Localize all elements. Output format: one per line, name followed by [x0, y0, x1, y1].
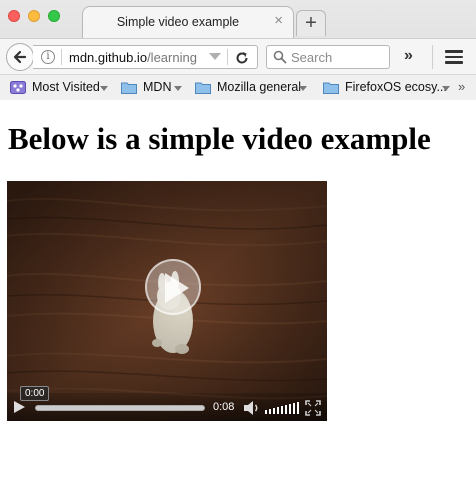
fullscreen-icon[interactable] [305, 400, 321, 416]
most-visited-icon [10, 81, 26, 94]
url-bar[interactable]: i mdn.github.io/learning [33, 45, 258, 69]
folder-icon [323, 82, 339, 94]
bookmark-firefoxos-ecosystem[interactable]: FirefoxOS ecosy... [323, 79, 451, 97]
bookmark-most-visited[interactable]: Most Visited [10, 79, 108, 97]
tab-close-icon[interactable]: × [274, 13, 283, 29]
bookmark-mozilla-general[interactable]: Mozilla general [195, 79, 311, 97]
url-history-dropdown-icon[interactable] [209, 53, 221, 60]
current-time-tooltip: 0:00 [20, 386, 50, 401]
url-divider [61, 49, 62, 65]
back-button[interactable] [6, 43, 34, 71]
back-arrow-icon [13, 50, 27, 64]
bookmark-label: MDN [143, 80, 172, 94]
info-icon[interactable]: i [41, 50, 55, 64]
play-icon [165, 273, 189, 303]
url-divider [227, 49, 228, 65]
window-maximize-button[interactable] [48, 10, 60, 22]
toolbar-overflow-button[interactable]: » [404, 47, 413, 65]
browser-chrome: Simple video example × + i mdn.github.io… [0, 0, 476, 100]
window-minimize-button[interactable] [28, 10, 40, 22]
bookmark-label: FirefoxOS ecosy... [345, 80, 447, 94]
navigation-toolbar: i mdn.github.io/learning Search » [0, 38, 476, 74]
tab-simple-video-example[interactable]: Simple video example × [82, 6, 294, 39]
hamburger-menu-icon[interactable] [445, 50, 463, 64]
url-text[interactable]: mdn.github.io/learning [69, 50, 209, 65]
chevron-down-icon [442, 86, 450, 91]
folder-icon [121, 82, 137, 94]
toolbar-divider [432, 45, 433, 69]
video-duration: 0:08 [213, 401, 235, 413]
search-bar[interactable]: Search [266, 45, 390, 69]
chevron-down-icon [100, 86, 108, 91]
bookmarks-overflow-button[interactable]: » [458, 79, 465, 94]
bookmarks-toolbar: Most Visited MDN Mozilla general Firefox… [0, 74, 476, 100]
new-tab-button[interactable]: + [296, 10, 326, 36]
search-icon [273, 50, 287, 64]
page-heading: Below is a simple video example [8, 121, 431, 156]
video-controls: 0:00 0:08 [7, 386, 327, 421]
bookmark-mdn[interactable]: MDN [121, 79, 182, 97]
video-player[interactable]: 0:00 0:08 [7, 181, 327, 421]
seek-slider[interactable] [35, 405, 205, 411]
tab-strip: Simple video example × + [0, 0, 476, 39]
bookmark-label: Mozilla general [217, 80, 302, 94]
volume-icon[interactable] [243, 400, 261, 416]
play-icon[interactable] [12, 400, 26, 414]
reload-icon[interactable] [233, 49, 251, 67]
search-input[interactable]: Search [291, 50, 332, 65]
url-host: mdn.github.io [69, 50, 148, 65]
chevron-down-icon [174, 86, 182, 91]
folder-icon [195, 82, 211, 94]
tab-title: Simple video example [116, 15, 240, 29]
window-close-button[interactable] [8, 10, 20, 22]
bookmark-label: Most Visited [32, 80, 100, 94]
chevron-down-icon [299, 86, 307, 91]
big-play-button[interactable] [145, 259, 201, 315]
url-path: /learning [147, 50, 197, 65]
